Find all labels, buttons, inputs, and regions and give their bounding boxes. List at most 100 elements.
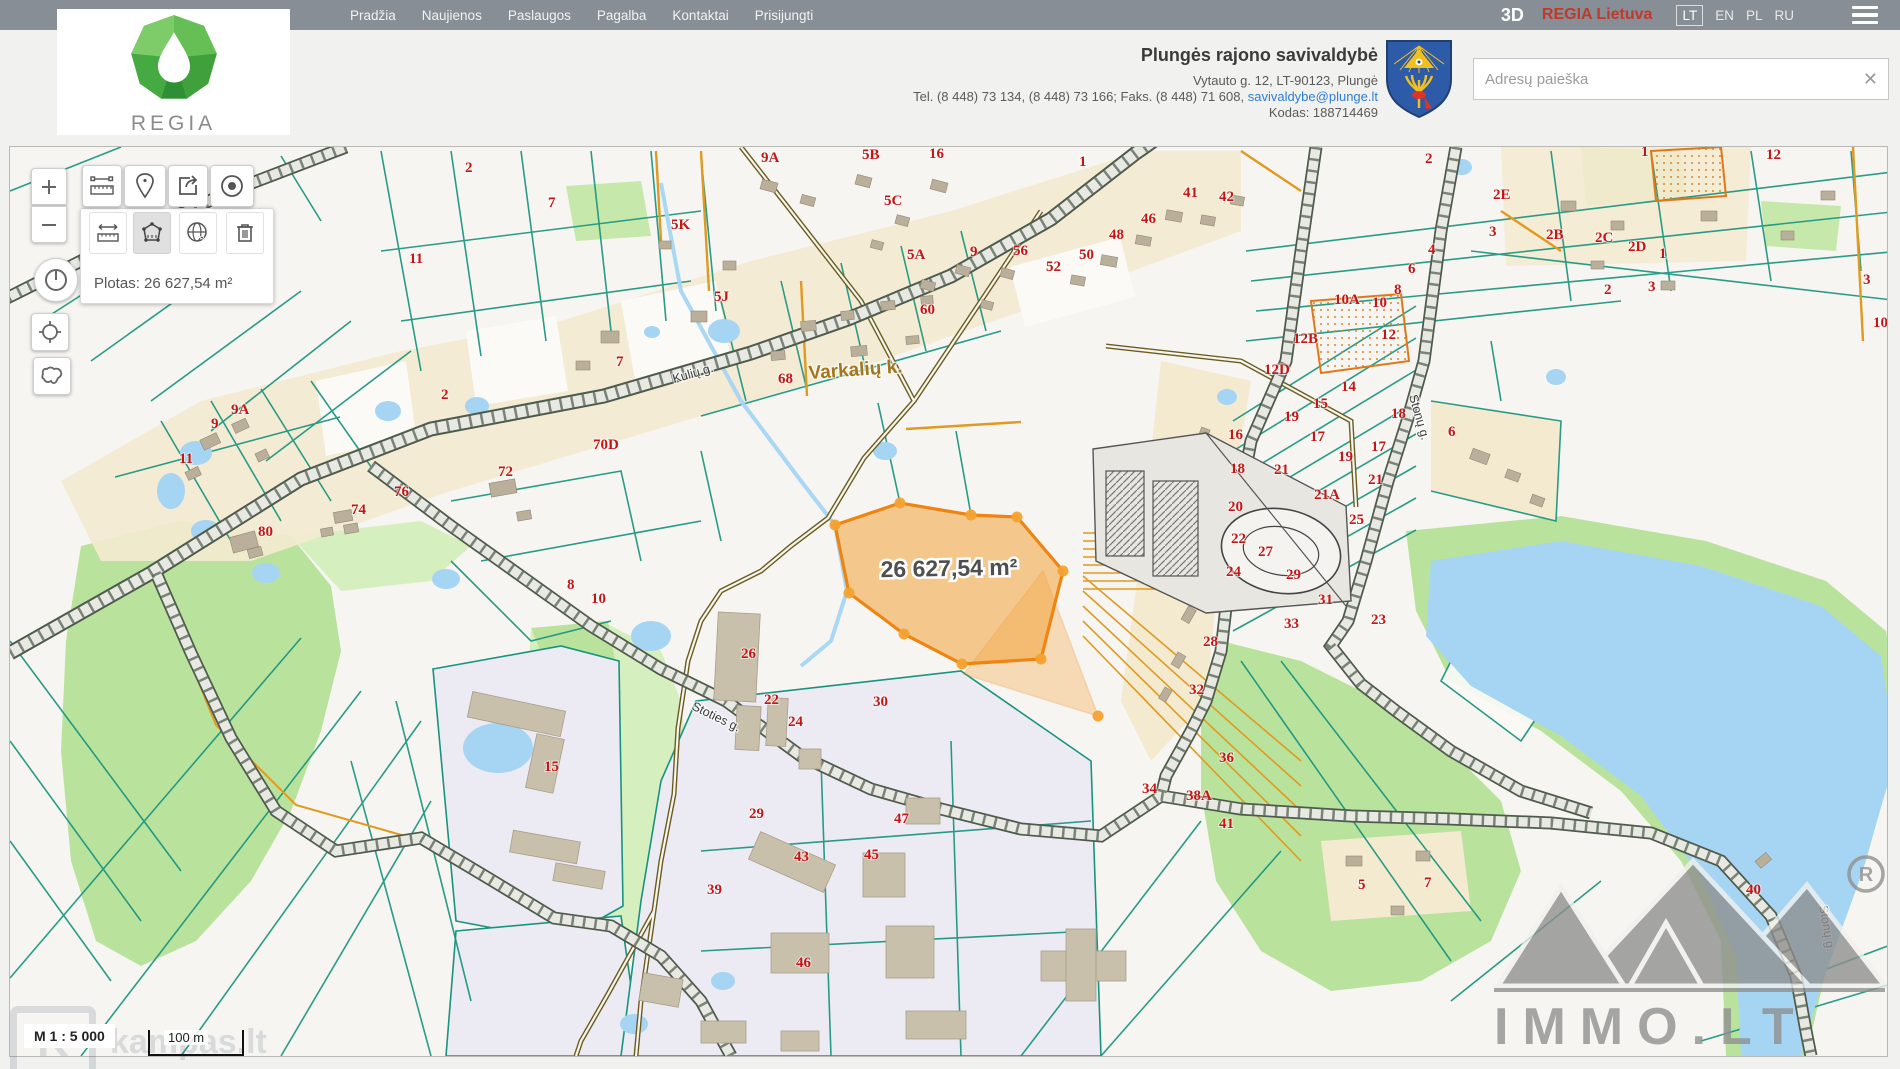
parcel-number: 5B bbox=[862, 147, 880, 163]
measure-geodesic-button[interactable] bbox=[179, 212, 217, 254]
zoom-out-button[interactable] bbox=[31, 206, 67, 243]
parcel-number: 45 bbox=[864, 847, 879, 863]
parcel-number: 20 bbox=[1228, 499, 1243, 515]
measured-area-text: Plotas: 26 627,54 m² bbox=[94, 275, 232, 292]
parcel-number: 17 bbox=[1371, 439, 1387, 455]
clock-icon bbox=[43, 267, 69, 293]
parcel-number: 6 bbox=[1448, 424, 1456, 440]
parcel-number: 47 bbox=[894, 811, 910, 827]
lang-ru[interactable]: RU bbox=[1775, 8, 1795, 23]
lang-pl[interactable]: PL bbox=[1746, 8, 1763, 23]
parcel-number: 2 bbox=[1425, 151, 1433, 167]
regia-logo[interactable]: REGIA bbox=[57, 9, 290, 135]
menu-item-paslaugos[interactable]: Paslaugos bbox=[508, 8, 571, 23]
crosshair-icon bbox=[38, 320, 62, 344]
parcel-number: 12 bbox=[1381, 327, 1396, 343]
measure-clear-button[interactable] bbox=[226, 212, 264, 254]
parcel-number: 34 bbox=[1142, 781, 1158, 797]
parcel-number: 1 bbox=[1659, 246, 1667, 262]
parcel-number: 7 bbox=[1424, 875, 1432, 891]
parcel-number: 10 bbox=[1372, 295, 1387, 311]
parcel-number: 14 bbox=[1341, 379, 1357, 395]
menu-item-kontaktai[interactable]: Kontaktai bbox=[672, 8, 728, 23]
map-viewport[interactable]: 26 627,54 m² 27115K5J9A5B165C5A956526068… bbox=[9, 146, 1888, 1057]
parcel-number: 3 bbox=[1648, 279, 1656, 295]
marker-tool-button[interactable] bbox=[124, 165, 166, 207]
parcel-number: 23 bbox=[1371, 612, 1386, 628]
parcel-number: 11 bbox=[409, 251, 423, 267]
main-menu: Pradžia Naujienos Paslaugos Pagalba Kont… bbox=[350, 0, 813, 30]
measure-area-button[interactable] bbox=[133, 212, 171, 254]
parcel-number: 24 bbox=[1226, 564, 1242, 580]
municipality-email-link[interactable]: savivaldybe@plunge.lt bbox=[1248, 89, 1378, 104]
parcel-number: 41 bbox=[1183, 185, 1198, 201]
lang-lt[interactable]: LT bbox=[1676, 5, 1703, 26]
history-time-button[interactable] bbox=[34, 258, 78, 302]
hamburger-menu-icon[interactable] bbox=[1852, 6, 1878, 24]
search-clear-icon[interactable]: ✕ bbox=[1863, 69, 1878, 89]
parcel-number: 2 bbox=[465, 160, 473, 176]
parcel-number: 8 bbox=[567, 577, 575, 593]
lithuania-extent-button[interactable] bbox=[33, 357, 71, 395]
regia-lietuva-link[interactable]: REGIA Lietuva bbox=[1542, 6, 1653, 24]
municipality-title: Plungės rajono savivaldybė bbox=[880, 44, 1378, 67]
parcel-number: 9 bbox=[970, 244, 978, 260]
parcel-number: 2B bbox=[1546, 227, 1564, 243]
menu-item-naujienos[interactable]: Naujienos bbox=[422, 8, 482, 23]
menu-item-pagalba[interactable]: Pagalba bbox=[597, 8, 647, 23]
coat-of-arms bbox=[1385, 40, 1453, 118]
parcel-number: 27 bbox=[1258, 544, 1274, 560]
parcel-number: 21 bbox=[1368, 472, 1383, 488]
parcel-number: 15 bbox=[544, 759, 559, 775]
cadastral-map: 26 627,54 m² 27115K5J9A5B165C5A956526068… bbox=[10, 147, 1887, 1056]
parcel-number: 50 bbox=[1079, 247, 1094, 263]
parcel-number: 76 bbox=[394, 484, 410, 500]
record-location-button[interactable] bbox=[210, 165, 254, 207]
parcel-number: 36 bbox=[1219, 750, 1235, 766]
map-pin-icon bbox=[134, 173, 156, 199]
municipality-contacts: Tel. (8 448) 73 134, (8 448) 73 166; Fak… bbox=[880, 89, 1378, 105]
parcel-number: 7 bbox=[616, 354, 624, 370]
parcel-number: 5A bbox=[907, 247, 926, 263]
locate-me-button[interactable] bbox=[31, 313, 69, 351]
menu-item-pradzia[interactable]: Pradžia bbox=[350, 8, 396, 23]
scale-bar-label: 100 m bbox=[164, 1030, 208, 1045]
parcel-number: 1 bbox=[1079, 154, 1087, 170]
parcel-number: 38A bbox=[1186, 788, 1212, 804]
measure-distance-button[interactable] bbox=[89, 212, 127, 254]
parcel-number: 80 bbox=[258, 524, 273, 540]
parcel-number: 24 bbox=[788, 714, 804, 730]
share-export-button[interactable] bbox=[168, 165, 208, 207]
parcel-number: 19 bbox=[1284, 409, 1299, 425]
measure-distance-icon bbox=[95, 220, 121, 246]
map-scale-bar: 100 m bbox=[148, 1030, 244, 1056]
parcel-number: 5 bbox=[1358, 877, 1366, 893]
parcel-number: 2E bbox=[1493, 187, 1511, 203]
parcel-number: 31 bbox=[1318, 592, 1333, 608]
measure-tool-button[interactable] bbox=[82, 165, 122, 207]
immo-registered-mark: R bbox=[1859, 864, 1874, 886]
zoom-in-button[interactable] bbox=[31, 168, 67, 205]
parcel-number: 56 bbox=[1013, 243, 1029, 259]
share-arrow-icon bbox=[176, 174, 200, 198]
parcel-number: 1 bbox=[1641, 147, 1649, 160]
parcel-number: 2D bbox=[1628, 239, 1647, 255]
parcel-number: 2 bbox=[1604, 282, 1612, 298]
topbar-right: 3D REGIA Lietuva LT EN PL RU bbox=[1501, 0, 1878, 30]
parcel-number: 30 bbox=[873, 694, 888, 710]
lang-en[interactable]: EN bbox=[1715, 8, 1734, 23]
parcel-number: 25 bbox=[1349, 512, 1364, 528]
parcel-number: 46 bbox=[1141, 211, 1157, 227]
trash-icon bbox=[234, 221, 256, 245]
parcel-number: 43 bbox=[794, 849, 809, 865]
menu-item-prisijungti[interactable]: Prisijungti bbox=[755, 8, 814, 23]
parcel-number: 60 bbox=[920, 302, 935, 318]
address-search-input[interactable] bbox=[1474, 59, 1888, 99]
parcel-number: 12 bbox=[1766, 147, 1781, 163]
parcel-number: 10 bbox=[591, 591, 606, 607]
parcel-number: 16 bbox=[929, 147, 945, 162]
parcel-number: 9A bbox=[761, 150, 780, 166]
parcel-number: 72 bbox=[498, 464, 513, 480]
parcel-number: 40 bbox=[1746, 882, 1761, 898]
view-3d-button[interactable]: 3D bbox=[1501, 5, 1524, 26]
